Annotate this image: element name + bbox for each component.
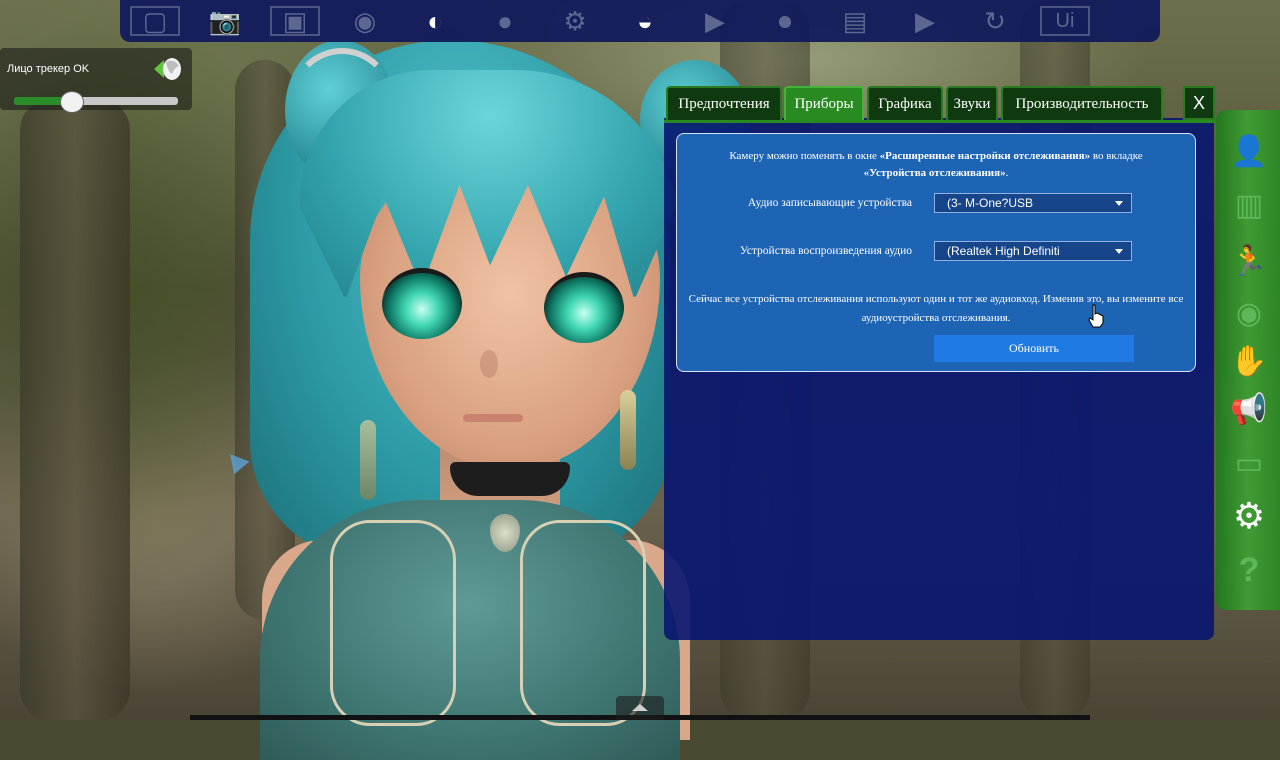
refresh-button[interactable]: Обновить (934, 335, 1134, 362)
audio-output-label: Устройства воспроизведения аудио (740, 245, 912, 257)
lips-icon: ◒ (637, 6, 653, 36)
lip-sync-button[interactable]: ◒ (610, 0, 680, 42)
sidebar-item-hands[interactable]: ✋ (1224, 340, 1274, 384)
face-tracking-button[interactable]: ◐ (400, 0, 470, 42)
sidebar-item-avatar[interactable]: 👤 (1224, 130, 1274, 174)
sidebar-item-motion[interactable]: 🏃 (1224, 240, 1274, 284)
chevron-down-icon (1115, 249, 1123, 254)
chevron-down-icon (1115, 201, 1123, 206)
background-tree (20, 100, 130, 720)
background-image-button[interactable]: ▣ (260, 0, 330, 42)
tab-graphics[interactable]: Графика (867, 86, 943, 120)
motion-sidebar-icon: 🏃 (1230, 245, 1268, 278)
settings-gear-icon: ⚙ (1232, 495, 1266, 536)
info-text-part: . (1005, 167, 1009, 179)
fullscreen-icon: ▢ (142, 6, 168, 36)
background-image-icon: ▣ (282, 6, 308, 36)
fullscreen-button[interactable]: ▢ (120, 0, 190, 42)
face-tracking-icon: ◐ (427, 6, 443, 36)
film-button[interactable]: ▤ (820, 0, 890, 42)
close-button[interactable]: X (1183, 86, 1215, 120)
video-button[interactable]: ▶ (890, 0, 960, 42)
video-icon: ▶ (915, 6, 935, 36)
info-link-advanced-settings: «Расширенные настройки отслеживания» (879, 150, 1091, 162)
tracker-status-label: Лицо трекер OK (7, 63, 90, 75)
avatar-button[interactable]: ● (470, 0, 540, 42)
reset-icon: ↻ (984, 6, 1006, 36)
audio-output-value: (Realtek High Definiti (947, 244, 1060, 258)
tab-performance[interactable]: Производительность (1001, 86, 1163, 120)
face-tracking-status-icon[interactable] (152, 56, 182, 82)
play-button[interactable]: ▶ (680, 0, 750, 42)
avatar-eye-right (544, 272, 624, 343)
scene-sidebar-icon: ▥ (1234, 189, 1264, 222)
tab-underline (664, 120, 1215, 123)
tab-devices[interactable]: Приборы (784, 86, 864, 120)
ui-toggle-icon: Ui (1055, 10, 1075, 32)
sidebar-item-scene[interactable]: ▥ (1224, 184, 1274, 228)
ui-toggle-button[interactable]: Ui (1030, 0, 1100, 42)
tracker-sensitivity-slider[interactable] (14, 97, 178, 105)
expand-panel-tab[interactable] (616, 696, 664, 720)
play-icon: ▶ (705, 6, 725, 36)
film-icon: ▤ (842, 6, 868, 36)
avatar-icon: ● (497, 6, 513, 36)
avatar-eye-left (382, 268, 462, 339)
avatar-mouth (463, 414, 523, 422)
audio-input-select[interactable]: (3- M-One?USB (934, 193, 1132, 213)
sidebar-item-help[interactable]: ? (1224, 548, 1274, 592)
top-toolbar: ▢ 📷 ▣ ◉ ◐ ● ⚙ ◒ ▶ ⏺ ▤ ▶ ↻ Ui (120, 0, 1160, 42)
avatar-earring (620, 390, 636, 470)
info-link-tracking-devices: «Устройства отслеживания» (863, 167, 1006, 179)
avatar-nose (480, 350, 498, 378)
tab-preferences[interactable]: Предпочтения (666, 86, 782, 120)
audio-output-select[interactable]: (Realtek High Definiti (934, 241, 1132, 261)
settings-tabbar: Предпочтения Приборы Графика Звуки Произ… (664, 86, 1214, 122)
info-text-part: Камеру можно поменять в окне (729, 150, 880, 162)
sidebar-item-settings[interactable]: ⚙ (1224, 494, 1274, 538)
broadcast-icon: ◉ (353, 6, 377, 36)
avatar-sidebar-icon: 👤 (1230, 135, 1268, 168)
editor-sidebar-icon: ▭ (1234, 447, 1264, 480)
broadcast-button[interactable]: ◉ (330, 0, 400, 42)
reset-button[interactable]: ↻ (960, 0, 1030, 42)
record-button[interactable]: ⏺ (750, 0, 820, 42)
record-icon: ⏺ (778, 6, 792, 36)
eye-tracking-sidebar-icon: ◉ (1235, 297, 1263, 330)
sidebar-item-editor[interactable]: ▭ (1224, 442, 1274, 486)
sidebar-item-announce[interactable]: 📢 (1224, 388, 1274, 432)
avatar-settings-button[interactable]: ⚙ (540, 0, 610, 42)
outfit-trim (330, 520, 456, 726)
tab-sounds[interactable]: Звуки (946, 86, 998, 120)
audio-input-value: (3- M-One?USB (947, 196, 1034, 210)
info-text-part: во вкладке (1090, 150, 1143, 162)
megaphone-sidebar-icon: 📢 (1230, 393, 1268, 426)
audio-input-label: Аудио записывающие устройства (747, 197, 912, 209)
camera-info-text: Камеру можно поменять в окне «Расширенны… (694, 148, 1178, 182)
hand-cursor-icon (1088, 304, 1104, 328)
hand-sidebar-icon: ✋ (1230, 345, 1268, 378)
snapshot-button[interactable]: 📷 (190, 0, 260, 42)
sidebar-item-eye-tracking[interactable]: ◉ (1224, 292, 1274, 336)
help-icon: ? (1238, 551, 1260, 589)
audio-note-text: Сейчас все устройства отслеживания испол… (688, 293, 1184, 324)
person-gear-icon: ⚙ (563, 6, 587, 36)
camera-icon: 📷 (208, 6, 242, 36)
avatar-earring (360, 420, 376, 500)
avatar-choker (450, 462, 570, 496)
